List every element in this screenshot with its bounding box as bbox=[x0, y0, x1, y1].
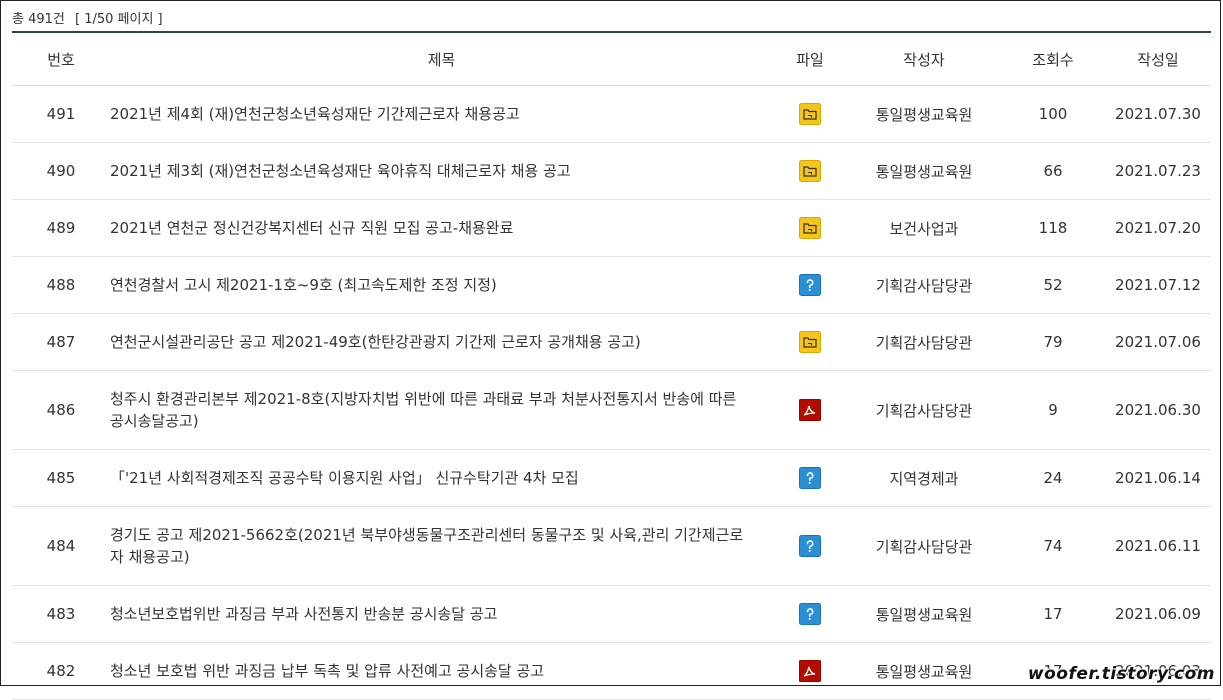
col-header-date: 작성일 bbox=[1105, 33, 1211, 86]
row-title-link[interactable]: 경기도 공고 제2021-5662호(2021년 북부야생동물구조관리센터 동물… bbox=[110, 507, 773, 586]
folder-icon[interactable] bbox=[799, 160, 821, 182]
table-row[interactable]: 4892021년 연천군 정신건강복지센터 신규 직원 모집 공고-채용완료 보건… bbox=[12, 200, 1211, 257]
row-date: 2021.07.12 bbox=[1105, 257, 1211, 314]
board-summary: 총 491건 [ 1/50 페이지 ] bbox=[12, 8, 169, 27]
row-views: 74 bbox=[1001, 507, 1105, 586]
row-date: 2021.06.09 bbox=[1105, 586, 1211, 643]
row-author: 기획감사담당관 bbox=[847, 257, 1001, 314]
row-author: 기획감사담당관 bbox=[847, 314, 1001, 371]
row-title-link[interactable]: 연천경찰서 고시 제2021-1호~9호 (최고속도제한 조정 지정) bbox=[110, 257, 773, 314]
row-views: 52 bbox=[1001, 257, 1105, 314]
row-number: 488 bbox=[12, 257, 110, 314]
table-header-row: 번호 제목 파일 작성자 조회수 작성일 bbox=[12, 33, 1211, 86]
row-file[interactable] bbox=[773, 314, 847, 371]
folder-icon[interactable] bbox=[799, 103, 821, 125]
row-number: 484 bbox=[12, 507, 110, 586]
col-header-file: 파일 bbox=[773, 33, 847, 86]
table-row[interactable]: 4902021년 제3회 (재)연천군청소년육성재단 육아휴직 대체근로자 채용… bbox=[12, 143, 1211, 200]
row-views: 17 bbox=[1001, 586, 1105, 643]
row-number: 485 bbox=[12, 450, 110, 507]
row-number: 482 bbox=[12, 643, 110, 700]
col-header-no: 번호 bbox=[12, 33, 110, 86]
pdf-icon[interactable] bbox=[799, 660, 821, 682]
row-file[interactable] bbox=[773, 586, 847, 643]
hwp-icon[interactable] bbox=[799, 535, 821, 557]
row-date: 2021.06.11 bbox=[1105, 507, 1211, 586]
table-row[interactable]: 487연천군시설관리공단 공고 제2021-49호(한탄강관광지 기간제 근로자… bbox=[12, 314, 1211, 371]
row-author: 지역경제과 bbox=[847, 450, 1001, 507]
row-author: 통일평생교육원 bbox=[847, 586, 1001, 643]
row-file[interactable] bbox=[773, 371, 847, 450]
table-row[interactable]: 488연천경찰서 고시 제2021-1호~9호 (최고속도제한 조정 지정) 기획… bbox=[12, 257, 1211, 314]
col-header-views: 조회수 bbox=[1001, 33, 1105, 86]
table-row[interactable]: 4912021년 제4회 (재)연천군청소년육성재단 기간제근로자 채용공고 통일… bbox=[12, 86, 1211, 143]
pdf-icon[interactable] bbox=[799, 399, 821, 421]
row-file[interactable] bbox=[773, 143, 847, 200]
row-number: 486 bbox=[12, 371, 110, 450]
row-title-link[interactable]: 청소년보호법위반 과징금 부과 사전통지 반송분 공시송달 공고 bbox=[110, 586, 773, 643]
row-author: 보건사업과 bbox=[847, 200, 1001, 257]
folder-icon[interactable] bbox=[799, 331, 821, 353]
table-row[interactable]: 485「'21년 사회적경제조직 공공수탁 이용지원 사업」 신규수탁기관 4차… bbox=[12, 450, 1211, 507]
row-title-link[interactable]: 청주시 환경관리본부 제2021-8호(지방자치법 위반에 따른 과태료 부과 … bbox=[110, 371, 773, 450]
row-number: 490 bbox=[12, 143, 110, 200]
row-author: 기획감사담당관 bbox=[847, 371, 1001, 450]
folder-icon[interactable] bbox=[799, 217, 821, 239]
row-number: 489 bbox=[12, 200, 110, 257]
row-number: 483 bbox=[12, 586, 110, 643]
row-views: 24 bbox=[1001, 450, 1105, 507]
row-date: 2021.07.06 bbox=[1105, 314, 1211, 371]
row-title-link[interactable]: 2021년 제4회 (재)연천군청소년육성재단 기간제근로자 채용공고 bbox=[110, 86, 773, 143]
row-title-link[interactable]: 2021년 연천군 정신건강복지센터 신규 직원 모집 공고-채용완료 bbox=[110, 200, 773, 257]
table-row[interactable]: 483청소년보호법위반 과징금 부과 사전통지 반송분 공시송달 공고 통일평생교… bbox=[12, 586, 1211, 643]
row-author: 통일평생교육원 bbox=[847, 86, 1001, 143]
row-date: 2021.07.20 bbox=[1105, 200, 1211, 257]
row-number: 487 bbox=[12, 314, 110, 371]
row-file[interactable] bbox=[773, 86, 847, 143]
row-views: 100 bbox=[1001, 86, 1105, 143]
row-file[interactable] bbox=[773, 507, 847, 586]
row-date: 2021.07.23 bbox=[1105, 143, 1211, 200]
hwp-icon[interactable] bbox=[799, 274, 821, 296]
row-title-link[interactable]: 2021년 제3회 (재)연천군청소년육성재단 육아휴직 대체근로자 채용 공고 bbox=[110, 143, 773, 200]
row-views: 9 bbox=[1001, 371, 1105, 450]
watermark: woofer.tistory.com bbox=[1028, 664, 1215, 684]
row-date: 2021.06.30 bbox=[1105, 371, 1211, 450]
row-number: 491 bbox=[12, 86, 110, 143]
row-title-link[interactable]: 청소년 보호법 위반 과징금 납부 독촉 및 압류 사전예고 공시송달 공고 bbox=[110, 643, 773, 700]
row-title-link[interactable]: 연천군시설관리공단 공고 제2021-49호(한탄강관광지 기간제 근로자 공개… bbox=[110, 314, 773, 371]
hwp-icon[interactable] bbox=[799, 603, 821, 625]
row-file[interactable] bbox=[773, 200, 847, 257]
row-views: 66 bbox=[1001, 143, 1105, 200]
col-header-title: 제목 bbox=[110, 33, 773, 86]
row-author: 통일평생교육원 bbox=[847, 643, 1001, 700]
table-row[interactable]: 484경기도 공고 제2021-5662호(2021년 북부야생동물구조관리센터… bbox=[12, 507, 1211, 586]
hwp-icon[interactable] bbox=[799, 467, 821, 489]
row-file[interactable] bbox=[773, 643, 847, 700]
row-file[interactable] bbox=[773, 257, 847, 314]
board-table: 번호 제목 파일 작성자 조회수 작성일 4912021년 제4회 (재)연천군… bbox=[12, 33, 1211, 700]
row-author: 통일평생교육원 bbox=[847, 143, 1001, 200]
col-header-author: 작성자 bbox=[847, 33, 1001, 86]
row-views: 79 bbox=[1001, 314, 1105, 371]
total-count: 총 491건 bbox=[12, 12, 65, 27]
row-title-link[interactable]: 「'21년 사회적경제조직 공공수탁 이용지원 사업」 신규수탁기관 4차 모집 bbox=[110, 450, 773, 507]
row-author: 기획감사담당관 bbox=[847, 507, 1001, 586]
row-file[interactable] bbox=[773, 450, 847, 507]
row-date: 2021.06.14 bbox=[1105, 450, 1211, 507]
row-date: 2021.07.30 bbox=[1105, 86, 1211, 143]
table-row[interactable]: 486청주시 환경관리본부 제2021-8호(지방자치법 위반에 따른 과태료 … bbox=[12, 371, 1211, 450]
row-views: 118 bbox=[1001, 200, 1105, 257]
page-indicator: [ 1/50 페이지 ] bbox=[75, 12, 163, 27]
